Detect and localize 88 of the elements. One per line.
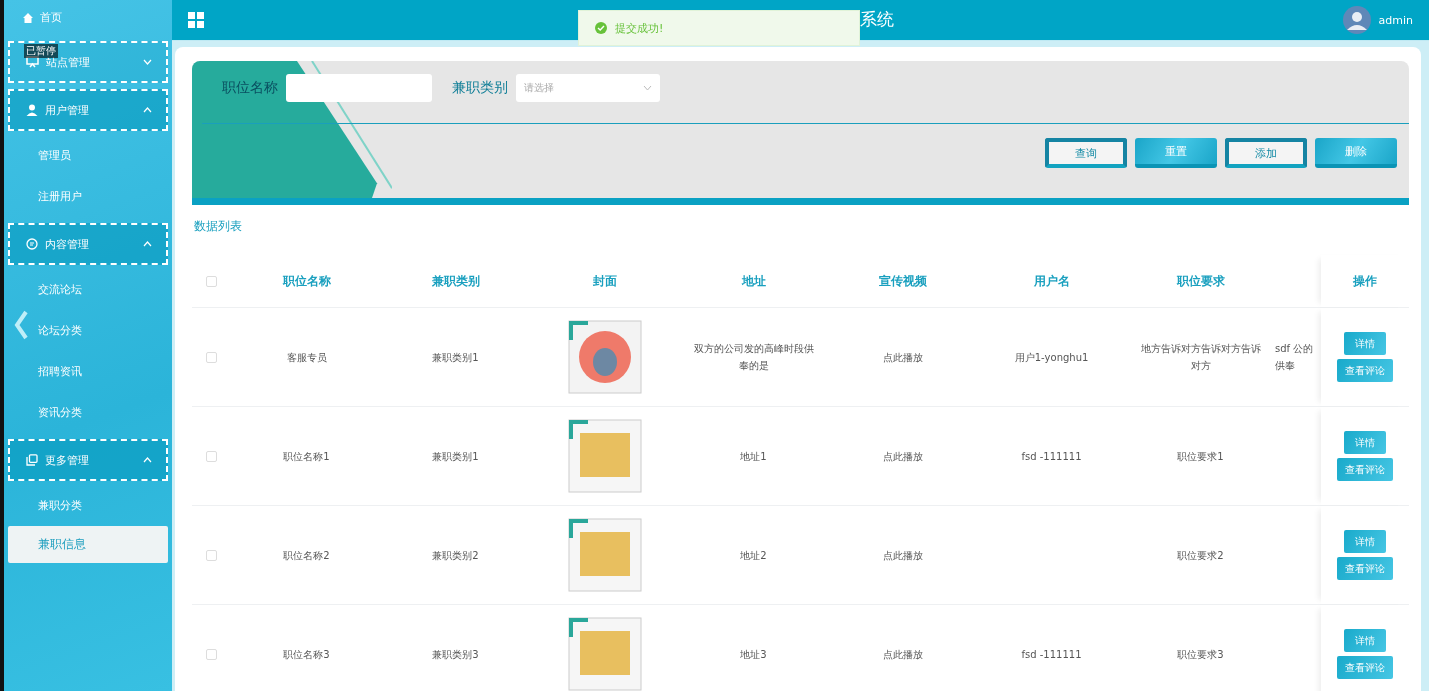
table-cell-text: 地方告诉对方告诉对方告诉对方	[1139, 342, 1262, 373]
row-action-button[interactable]: 详情	[1344, 431, 1386, 454]
grid-icon[interactable]	[188, 12, 204, 28]
menu-group[interactable]: 用户管理	[8, 89, 168, 131]
row-action-button[interactable]: 详情	[1344, 629, 1386, 652]
row-action-button[interactable]: 查看评论	[1337, 458, 1393, 481]
table-cell-text: 兼职类别1	[431, 449, 480, 464]
table-cell-text: 职位名称2	[282, 548, 331, 563]
chat-icon	[26, 238, 38, 250]
chevron-up-icon	[143, 457, 152, 463]
row-checkbox[interactable]	[206, 648, 217, 660]
submenu-item[interactable]: 交流论坛	[4, 269, 172, 310]
menu-group-label: 用户管理	[45, 102, 90, 118]
table-cell-text: 职位要求3	[1176, 647, 1225, 662]
chevron-left-icon[interactable]	[14, 310, 28, 340]
menu-group-label: 更多管理	[45, 452, 90, 468]
submenu-item[interactable]: 兼职分类	[4, 485, 172, 526]
field-label: 兼职类别	[452, 79, 508, 97]
table-cell-text: 地址2	[739, 548, 768, 563]
chevron-down-icon	[143, 59, 152, 65]
table-cell-text: fsd -111111	[1020, 449, 1083, 464]
section-title: 数据列表	[193, 218, 243, 235]
category-select[interactable]: 请选择	[516, 74, 660, 102]
table-cell-text: 职位要求2	[1176, 548, 1225, 563]
column-header: 职位要求	[1175, 272, 1226, 290]
table-cell-text: 客服专员	[285, 350, 328, 365]
row-checkbox[interactable]	[206, 351, 217, 363]
chevron-down-icon	[643, 85, 652, 91]
paused-label: 已暂停	[24, 44, 58, 58]
submenu-item[interactable]: 招聘资讯	[4, 351, 172, 392]
column-header: 宣传视频	[877, 272, 928, 290]
table-cell-text: sdf 公的供奉	[1275, 342, 1315, 373]
video-link[interactable]: 点此播放	[828, 407, 977, 505]
table-cell-text: 职位名称3	[282, 647, 331, 662]
table-cell-text: 兼职类别2	[431, 548, 480, 563]
action-button[interactable]: 重置	[1135, 138, 1217, 168]
column-header: 用户名	[1032, 272, 1071, 290]
row-action-button[interactable]: 详情	[1344, 332, 1386, 355]
column-header: 操作	[1321, 255, 1409, 307]
avatar-icon[interactable]	[1342, 6, 1371, 34]
video-link[interactable]: 点此播放	[828, 605, 977, 691]
menu-item[interactable]: 首页	[4, 0, 172, 35]
table-cell-text: 地址3	[739, 647, 768, 662]
field-label: 职位名称	[222, 79, 278, 97]
submenu-item[interactable]: 兼职信息	[8, 526, 168, 563]
column-header: 地址	[740, 272, 767, 290]
table-cell-text: 职位名称1	[282, 449, 331, 464]
action-button[interactable]: 查询	[1045, 138, 1127, 168]
column-header: 封面	[591, 272, 618, 290]
table-cell-text: fsd -111111	[1020, 647, 1083, 662]
username[interactable]: admin	[1378, 13, 1413, 27]
action-button[interactable]: 删除	[1315, 138, 1397, 168]
menu-group[interactable]: 内容管理	[8, 223, 168, 265]
table-cell-text: 双方的公司发的高峰时段供奉的是	[692, 342, 815, 373]
chevron-up-icon	[143, 241, 152, 247]
submenu-item[interactable]: 管理员	[4, 135, 172, 176]
menu-group-label: 站点管理	[46, 55, 91, 70]
row-action-button[interactable]: 查看评论	[1337, 359, 1393, 382]
column-header: 兼职类别	[430, 272, 481, 290]
chevron-up-icon	[143, 107, 152, 113]
table-cell-text: 兼职类别3	[431, 647, 480, 662]
row-checkbox[interactable]	[206, 450, 217, 462]
table-cell-text: 兼职类别1	[431, 350, 480, 365]
copy-icon	[26, 454, 38, 466]
table-cell-text: 职位要求1	[1176, 449, 1225, 464]
check-circle-icon	[595, 22, 607, 34]
toast-message: 提交成功!	[615, 20, 664, 36]
monitor-icon	[26, 56, 39, 68]
job-name-input[interactable]	[286, 74, 432, 102]
submenu-item[interactable]: 资讯分类	[4, 392, 172, 433]
user-icon	[26, 104, 38, 116]
submenu-item[interactable]: 论坛分类	[4, 310, 172, 351]
home-icon	[22, 11, 34, 24]
action-button[interactable]: 添加	[1225, 138, 1307, 168]
row-action-button[interactable]: 详情	[1344, 530, 1386, 553]
submenu-item[interactable]: 注册用户	[4, 176, 172, 217]
video-link[interactable]: 点此播放	[828, 308, 977, 406]
table-cell-text: 用户1-yonghu1	[1013, 350, 1090, 365]
row-action-button[interactable]: 查看评论	[1337, 557, 1393, 580]
menu-group-label: 内容管理	[45, 236, 90, 252]
table-cell-text: 地址1	[739, 449, 768, 464]
select-all-checkbox[interactable]	[206, 275, 217, 287]
row-action-button[interactable]: 查看评论	[1337, 656, 1393, 679]
column-header: 职位名称	[281, 272, 332, 290]
app-title: 系统	[860, 8, 894, 31]
video-link[interactable]: 点此播放	[828, 506, 977, 604]
menu-group[interactable]: 更多管理	[8, 439, 168, 481]
row-checkbox[interactable]	[206, 549, 217, 561]
